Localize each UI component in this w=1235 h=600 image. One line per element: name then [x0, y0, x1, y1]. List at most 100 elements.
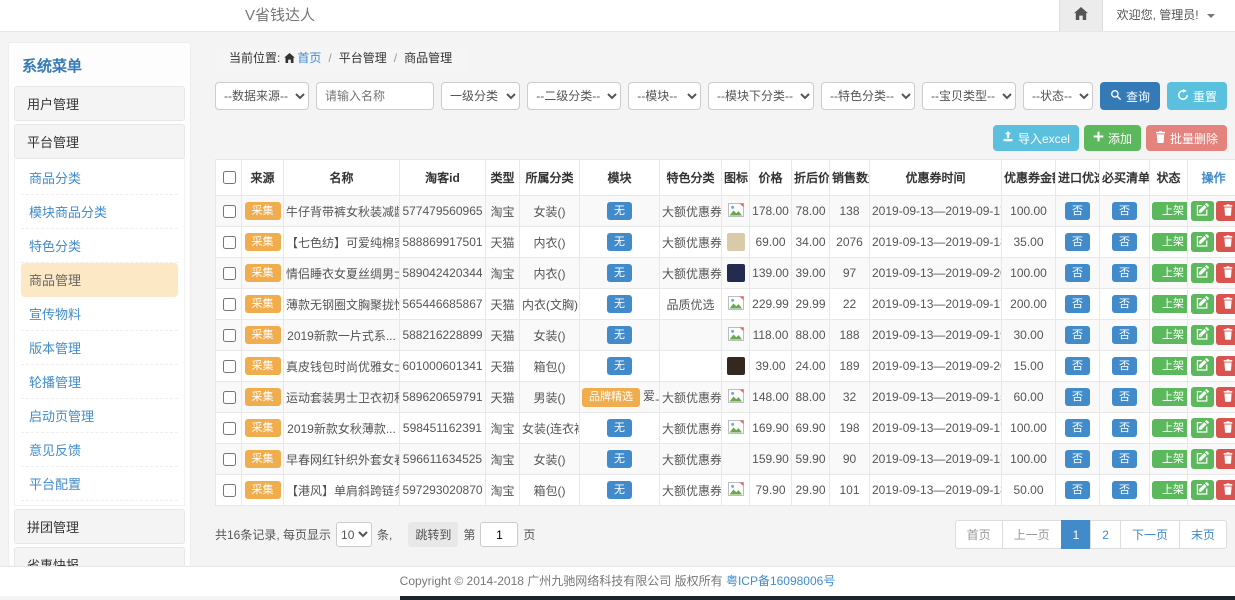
page-button[interactable]: 1	[1061, 520, 1092, 549]
sidebar-item[interactable]: 商品分类	[21, 161, 178, 195]
sidebar-item[interactable]: 版本管理	[21, 331, 178, 365]
edit-button[interactable]	[1191, 418, 1214, 438]
sidebar-item[interactable]: 模块商品分类	[21, 195, 178, 229]
row-select-cell	[216, 475, 242, 506]
delete-button[interactable]	[1216, 232, 1235, 252]
jump-page-input[interactable]	[480, 522, 518, 547]
status-cell: 上架	[1150, 196, 1188, 227]
price-cell: 229.99	[750, 289, 792, 320]
sidebar-item[interactable]: 轮播管理	[21, 365, 178, 399]
edit-button[interactable]	[1191, 232, 1214, 252]
edit-button[interactable]	[1191, 201, 1214, 221]
page-button[interactable]: 2	[1090, 520, 1121, 549]
row-checkbox[interactable]	[223, 236, 236, 249]
select-all-checkbox[interactable]	[223, 171, 236, 184]
broken-image-icon	[728, 299, 744, 313]
page-size-select[interactable]: 10	[336, 522, 372, 547]
delete-button[interactable]	[1216, 294, 1235, 314]
filter-select[interactable]: --宝贝类型--	[922, 82, 1016, 110]
plus-icon	[1093, 131, 1104, 145]
delete-button[interactable]	[1216, 418, 1235, 438]
trash-icon	[1223, 421, 1233, 436]
row-checkbox[interactable]	[223, 267, 236, 280]
discount-price-cell: 59.90	[792, 444, 830, 475]
row-checkbox[interactable]	[223, 391, 236, 404]
delete-button[interactable]	[1216, 356, 1235, 376]
row-checkbox[interactable]	[223, 422, 236, 435]
query-button[interactable]: 查询	[1100, 82, 1160, 110]
breadcrumb-home-link[interactable]: 首页	[297, 51, 321, 65]
actions-cell	[1188, 289, 1235, 320]
delete-button[interactable]	[1216, 263, 1235, 283]
page-button[interactable]: 首页	[955, 520, 1003, 549]
page-button[interactable]: 上一页	[1002, 520, 1062, 549]
sidebar-item[interactable]: 商品管理	[21, 263, 178, 297]
trash-icon	[1223, 359, 1233, 374]
discount-price-cell: 88.00	[792, 382, 830, 413]
price-cell: 178.00	[750, 196, 792, 227]
sidebar-section[interactable]: 拼团管理	[14, 509, 185, 544]
product-thumbnail	[727, 357, 745, 375]
sidebar-item[interactable]: 启动页管理	[21, 399, 178, 433]
sidebar-section[interactable]: 省惠快报	[14, 547, 185, 567]
page-button[interactable]: 下一页	[1120, 520, 1180, 549]
delete-button[interactable]	[1216, 325, 1235, 345]
name-search-input[interactable]	[316, 82, 434, 110]
type-cell: 天猫	[486, 320, 520, 351]
module-badge: 品牌精选	[582, 388, 640, 407]
filter-select[interactable]: --状态--	[1023, 82, 1093, 110]
must-buy-badge: 否	[1112, 295, 1137, 314]
edit-button[interactable]	[1191, 480, 1214, 500]
sidebar-item[interactable]: 特色分类	[21, 229, 178, 263]
add-button-label: 添加	[1108, 130, 1132, 147]
row-checkbox[interactable]	[223, 360, 236, 373]
broken-image-icon	[728, 330, 744, 344]
sidebar-item[interactable]: 平台配置	[21, 467, 178, 501]
batch-delete-button[interactable]: 批量删除	[1146, 125, 1227, 151]
category-cell: 女装()	[520, 196, 580, 227]
filter-select[interactable]: 一级分类	[441, 82, 520, 110]
sidebar-section[interactable]: 平台管理	[14, 124, 185, 159]
page-button[interactable]: 末页	[1179, 520, 1227, 549]
sidebar-item[interactable]: 意见反馈	[21, 433, 178, 467]
icon-cell	[722, 351, 750, 382]
icp-link[interactable]: 粤ICP备16098006号	[726, 574, 835, 588]
filter-select[interactable]: --数据来源--	[215, 82, 309, 110]
row-checkbox[interactable]	[223, 453, 236, 466]
column-header: 销售数量	[830, 160, 870, 196]
edit-button[interactable]	[1191, 449, 1214, 469]
edit-button[interactable]	[1191, 325, 1214, 345]
home-button[interactable]	[1059, 0, 1103, 31]
edit-button[interactable]	[1191, 387, 1214, 407]
row-checkbox[interactable]	[223, 205, 236, 218]
delete-button[interactable]	[1216, 387, 1235, 407]
row-checkbox[interactable]	[223, 329, 236, 342]
filter-select[interactable]: --特色分类--	[821, 82, 915, 110]
actions-cell	[1188, 382, 1235, 413]
row-select-cell	[216, 320, 242, 351]
sidebar-section[interactable]: 用户管理	[14, 86, 185, 121]
product-name-cell: 真皮钱包时尚优雅女士...	[284, 351, 400, 382]
import-excel-button[interactable]: 导入excel	[993, 125, 1079, 151]
type-cell: 淘宝	[486, 444, 520, 475]
reset-button[interactable]: 重置	[1167, 82, 1227, 110]
row-checkbox[interactable]	[223, 298, 236, 311]
row-checkbox[interactable]	[223, 484, 236, 497]
delete-button[interactable]	[1216, 201, 1235, 221]
filter-select[interactable]: --模块下分类--	[708, 82, 814, 110]
delete-button[interactable]	[1216, 449, 1235, 469]
user-menu[interactable]: 欢迎您, 管理员!	[1103, 0, 1235, 31]
add-button[interactable]: 添加	[1084, 125, 1141, 151]
edit-button[interactable]	[1191, 294, 1214, 314]
imported-cell: 否	[1056, 227, 1100, 258]
edit-button[interactable]	[1191, 263, 1214, 283]
sidebar-item[interactable]: 宣传物料	[21, 297, 178, 331]
source-badge: 采集	[245, 388, 281, 407]
filter-select[interactable]: --二级分类--	[527, 82, 621, 110]
type-cell: 淘宝	[486, 258, 520, 289]
filter-select[interactable]: --模块--	[628, 82, 701, 110]
trash-icon	[1223, 452, 1233, 467]
jump-button[interactable]: 跳转到	[408, 522, 458, 547]
delete-button[interactable]	[1216, 480, 1235, 500]
edit-button[interactable]	[1191, 356, 1214, 376]
